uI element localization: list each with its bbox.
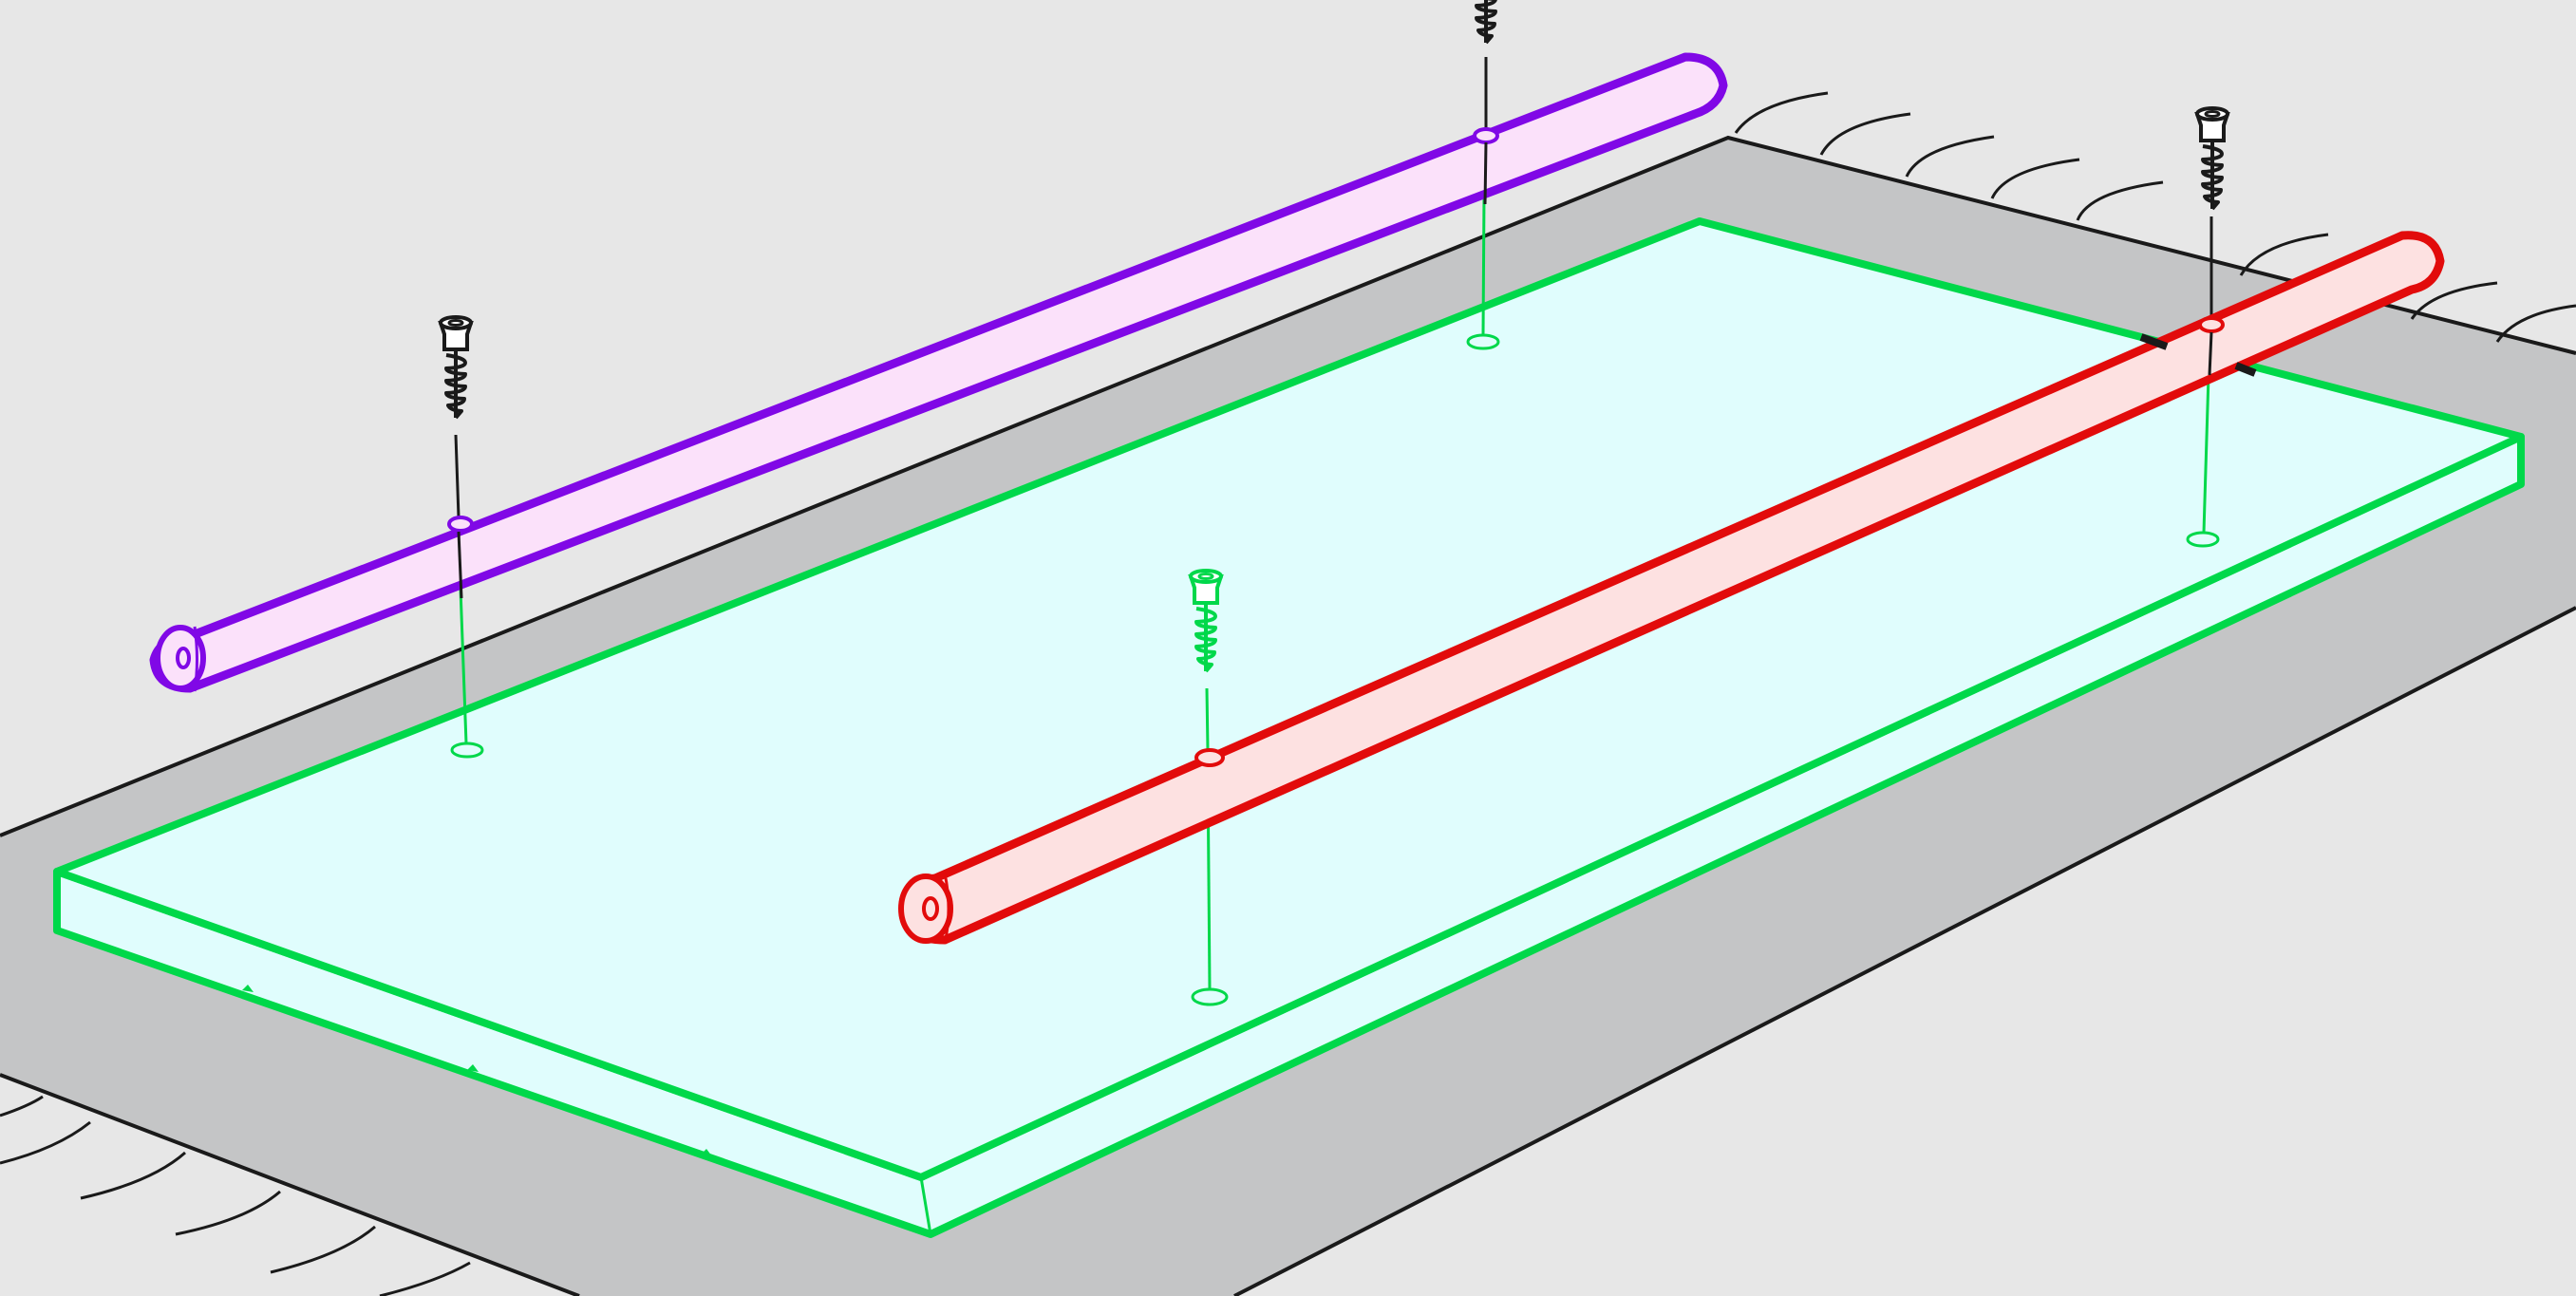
assembly-diagram <box>0 0 2576 1296</box>
hole-right <box>2186 531 2220 548</box>
guide-lines-rail-front <box>2208 331 2213 376</box>
hole-center <box>1191 987 1229 1006</box>
hole-left <box>450 742 484 759</box>
hole-top <box>1466 333 1500 350</box>
